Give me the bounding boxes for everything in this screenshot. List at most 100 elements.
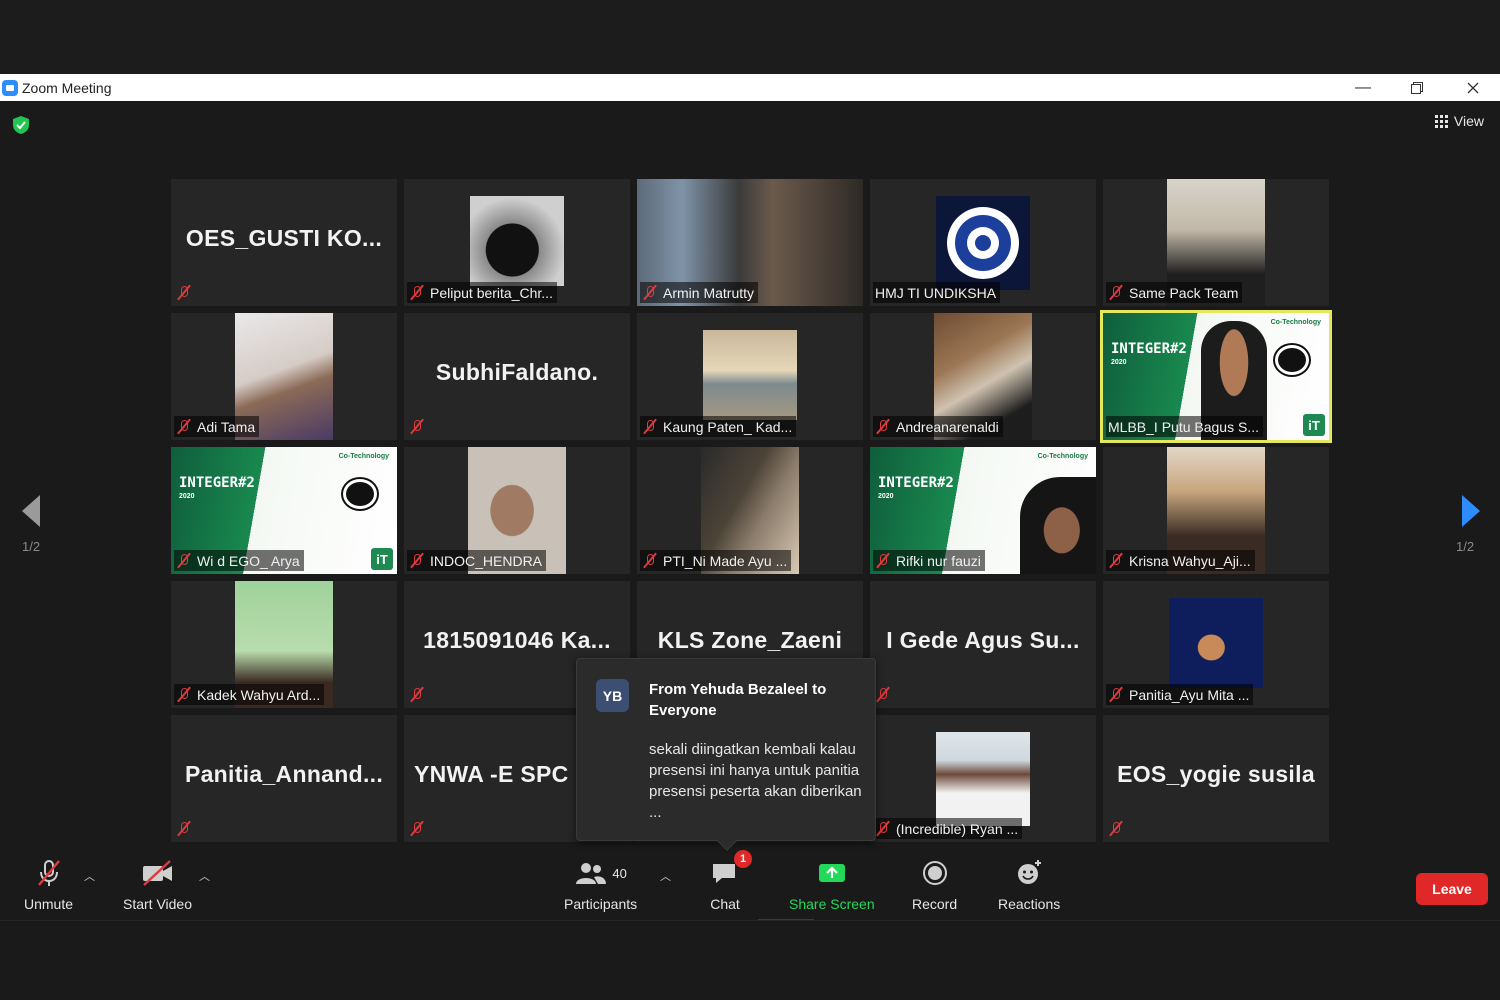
participant-name: Armin Matrutty: [663, 284, 755, 301]
start-video-button[interactable]: Start Video: [123, 856, 192, 912]
banner-tag: Co-Technology: [1270, 319, 1321, 326]
it-logo-icon: iT: [371, 548, 393, 570]
chat-notification-popup[interactable]: YB From Yehuda Bezaleel to Everyone seka…: [576, 658, 876, 851]
participant-tile[interactable]: PTI_Ni Made Ayu ...: [637, 447, 863, 574]
reactions-button[interactable]: Reactions: [998, 856, 1060, 912]
participants-icon: 40: [574, 856, 627, 890]
participant-tile[interactable]: Co-Technology INTEGER#2 2020 Rifki nur f…: [870, 447, 1096, 574]
participant-tile[interactable]: Krisna Wahyu_Aji...: [1103, 447, 1329, 574]
desktop-bottom-area: [0, 920, 1500, 1000]
hmj-logo-icon: [947, 207, 1019, 279]
muted-mic-icon: [642, 418, 658, 435]
participant-tile[interactable]: Kadek Wahyu Ard...: [171, 581, 397, 708]
page-indicator-right: 1/2: [1456, 539, 1475, 554]
participant-name-large: SubhiFaldano.: [435, 359, 599, 385]
participant-name: Krisna Wahyu_Aji...: [1129, 552, 1251, 569]
muted-mic-icon: [409, 686, 425, 703]
participant-video: [936, 196, 1030, 290]
video-options-chevron-icon[interactable]: ︿: [199, 868, 210, 884]
participant-tile[interactable]: Adi Tama: [171, 313, 397, 440]
desktop-top-area: [0, 0, 1500, 74]
participant-label: Panitia_Ayu Mita ...: [1106, 684, 1254, 705]
window-title: Zoom Meeting: [22, 79, 112, 96]
participant-tile[interactable]: SubhiFaldano.: [404, 313, 630, 440]
encryption-shield-icon[interactable]: [12, 115, 30, 135]
chat-unread-badge: 1: [734, 850, 752, 868]
muted-mic-icon: [642, 552, 658, 569]
participants-button[interactable]: 40 Participants: [564, 856, 637, 912]
participants-options-chevron-icon[interactable]: ︿: [660, 868, 671, 884]
participant-label: Armin Matrutty: [640, 282, 759, 303]
chat-label: Chat: [710, 896, 740, 912]
participant-tile[interactable]: Panitia_Ayu Mita ...: [1103, 581, 1329, 708]
audio-options-chevron-icon[interactable]: ︿: [84, 868, 95, 884]
participant-label: Krisna Wahyu_Aji...: [1106, 550, 1255, 571]
participant-tile[interactable]: Andreanarenaldi: [870, 313, 1096, 440]
share-screen-button[interactable]: Share Screen: [789, 856, 875, 912]
record-label: Record: [912, 896, 958, 912]
participant-tile[interactable]: (Incredible) Ryan ...: [870, 715, 1096, 842]
muted-mic-icon: [1108, 686, 1124, 703]
share-screen-icon: [817, 856, 847, 890]
participant-tile[interactable]: EOS_yogie susila: [1103, 715, 1329, 842]
participant-tile[interactable]: INDOC_HENDRA: [404, 447, 630, 574]
chat-button[interactable]: 1 Chat: [710, 850, 752, 912]
participant-tile[interactable]: Armin Matrutty: [637, 179, 863, 306]
participant-label: INDOC_HENDRA: [407, 550, 547, 571]
participant-tile[interactable]: Panitia_Annand...: [171, 715, 397, 842]
muted-mic-icon: [176, 284, 192, 301]
participants-label: Participants: [564, 896, 638, 912]
participant-tile-active-speaker[interactable]: Co-Technology INTEGER#2 2020 iT MLBB_I P…: [1100, 310, 1332, 443]
minimize-button[interactable]: —: [1340, 74, 1386, 101]
participant-tile[interactable]: OES_GUSTI KO...: [171, 179, 397, 306]
participant-tile[interactable]: Peliput berita_Chr...: [404, 179, 630, 306]
banner-year: 2020: [878, 493, 894, 500]
participant-name: Peliput berita_Chr...: [430, 284, 553, 301]
banner-year: 2020: [1111, 359, 1127, 366]
participant-label: Andreanarenaldi: [873, 416, 1003, 437]
muted-mic-icon: [1108, 284, 1124, 301]
muted-mic-icon: [176, 686, 192, 703]
meeting-toolbar: Unmute ︿ Start Video ︿ 40 Participants ︿…: [0, 850, 1500, 921]
participant-name: Kaung Paten_ Kad...: [663, 418, 793, 435]
muted-mic-icon: [875, 552, 891, 569]
view-button[interactable]: View: [1434, 113, 1484, 129]
participant-tile[interactable]: Same Pack Team: [1103, 179, 1329, 306]
participant-name: MLBB_I Putu Bagus S...: [1108, 418, 1259, 435]
participant-tile[interactable]: Kaung Paten_ Kad...: [637, 313, 863, 440]
close-button[interactable]: [1450, 74, 1496, 101]
participant-label: (Incredible) Ryan ...: [873, 818, 1023, 839]
participant-name: Same Pack Team: [1129, 284, 1239, 301]
record-button[interactable]: Record: [912, 856, 957, 912]
unmute-button[interactable]: Unmute: [24, 856, 73, 912]
participant-name: Andreanarenaldi: [896, 418, 999, 435]
muted-mic-icon: [1108, 820, 1124, 837]
restore-button[interactable]: [1394, 74, 1440, 101]
muted-mic-icon: [875, 820, 891, 837]
muted-mic-icon: [642, 284, 658, 301]
muted-mic-icon: [176, 418, 192, 435]
chat-message: sekali diingatkan kembali kalau presensi…: [649, 741, 862, 821]
banner-tag: Co-Technology: [1037, 453, 1088, 460]
page-indicator-left: 1/2: [22, 539, 41, 554]
muted-mic-icon: [875, 418, 891, 435]
banner-title: INTEGER#2: [878, 475, 954, 491]
participant-label: MLBB_I Putu Bagus S...: [1106, 416, 1263, 437]
next-page-arrow-icon[interactable]: [1456, 491, 1486, 531]
participant-name-large: 1815091046 Ka...: [423, 627, 611, 653]
participant-label: Rifki nur fauzi: [873, 550, 985, 571]
banner-title: INTEGER#2: [179, 475, 255, 491]
record-icon: [920, 856, 950, 890]
participant-name-large: KLS Zone_Zaeni: [657, 627, 843, 653]
leave-button[interactable]: Leave: [1416, 873, 1488, 905]
participant-tile[interactable]: Co-Technology INTEGER#2 2020 iT Wi d EGO…: [171, 447, 397, 574]
reactions-icon: [1014, 856, 1044, 890]
participant-name: PTI_Ni Made Ayu ...: [663, 552, 788, 569]
participant-name: (Incredible) Ryan ...: [896, 820, 1019, 837]
participant-name: Rifki nur fauzi: [896, 552, 981, 569]
participant-tile[interactable]: I Gede Agus Su...: [870, 581, 1096, 708]
participant-tile[interactable]: HMJ TI UNDIKSHA: [870, 179, 1096, 306]
participant-label: [174, 282, 201, 303]
previous-page-arrow-icon[interactable]: [16, 491, 46, 531]
close-icon: [1467, 82, 1479, 93]
